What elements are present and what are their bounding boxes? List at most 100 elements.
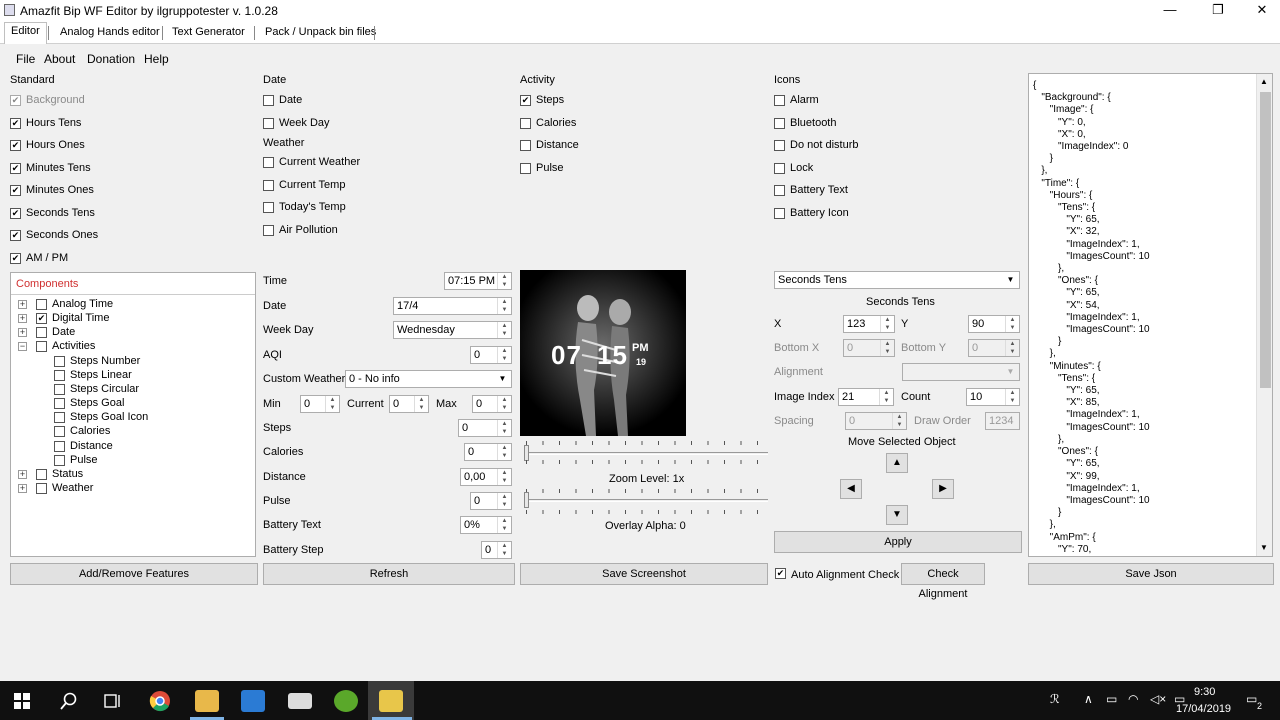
- move-up-button[interactable]: ▲: [886, 453, 908, 473]
- tree-checkbox[interactable]: [36, 468, 47, 480]
- tree-checkbox[interactable]: [54, 383, 65, 395]
- current-stepper[interactable]: 0 ▲ ▼: [389, 395, 429, 413]
- people-icon[interactable]: ℛ: [1050, 692, 1060, 706]
- calories-checkbox[interactable]: [520, 117, 531, 129]
- air-pollution-checkbox[interactable]: [263, 224, 274, 236]
- save-screenshot-button[interactable]: Save Screenshot: [520, 563, 768, 585]
- alarm-checkbox[interactable]: [774, 95, 785, 106]
- spin-arrows-icon[interactable]: ▲ ▼: [497, 322, 511, 338]
- spin-arrows-icon[interactable]: ▲ ▼: [414, 396, 428, 412]
- seconds-tens-checkbox[interactable]: ✔: [10, 207, 21, 219]
- check-alignment-button[interactable]: Check Alignment: [901, 563, 985, 600]
- tree-checkbox[interactable]: [54, 369, 65, 381]
- menu-about[interactable]: About: [44, 52, 75, 66]
- save-json-button[interactable]: Save Json: [1028, 563, 1274, 585]
- steps-checkbox[interactable]: ✔: [520, 95, 531, 106]
- max-stepper[interactable]: 0 ▲ ▼: [472, 395, 512, 413]
- tree-checkbox[interactable]: [36, 341, 47, 353]
- network-icon[interactable]: ▭: [1106, 692, 1117, 706]
- json-scrollbar[interactable]: ▲ ▼: [1256, 74, 1272, 556]
- scroll-up-icon[interactable]: ▲: [1260, 77, 1268, 86]
- tree-node[interactable]: Pulse: [11, 454, 251, 468]
- tree-checkbox[interactable]: [36, 482, 47, 494]
- battery-icon-checkbox[interactable]: [774, 207, 785, 219]
- overlay-slider-thumb[interactable]: [524, 492, 529, 508]
- aqi-stepper[interactable]: 0 ▲ ▼: [470, 346, 512, 364]
- tree-node[interactable]: + Analog Time: [11, 298, 251, 312]
- spin-arrows-icon[interactable]: ▲ ▼: [497, 298, 511, 314]
- tree-node[interactable]: + Weather: [11, 482, 251, 496]
- today-s-temp-checkbox[interactable]: [263, 202, 274, 213]
- spin-arrows-icon[interactable]: ▲ ▼: [497, 493, 511, 509]
- tree-node[interactable]: Distance: [11, 440, 251, 454]
- object-select[interactable]: Seconds Tens ▼: [774, 271, 1020, 289]
- expand-icon[interactable]: +: [18, 483, 27, 493]
- expand-icon[interactable]: +: [18, 328, 27, 338]
- menu-donation[interactable]: Donation: [87, 52, 135, 66]
- spin-arrows-icon[interactable]: ▲ ▼: [497, 469, 511, 485]
- steps-stepper[interactable]: 0 ▲ ▼: [458, 419, 512, 437]
- mail-icon[interactable]: [288, 693, 312, 709]
- tree-checkbox[interactable]: [36, 299, 47, 310]
- spin-arrows-icon[interactable]: ▲ ▼: [1005, 316, 1019, 332]
- tree-node[interactable]: + Status: [11, 468, 251, 482]
- spin-arrows-icon[interactable]: ▲ ▼: [880, 316, 894, 332]
- clock-date[interactable]: 17/04/2019: [1176, 703, 1231, 715]
- expand-icon[interactable]: +: [18, 300, 27, 309]
- store-icon[interactable]: [241, 690, 265, 712]
- wifi-icon[interactable]: ◠: [1128, 692, 1138, 706]
- hours-tens-checkbox[interactable]: ✔: [10, 117, 21, 129]
- close-button[interactable]: ✕: [1240, 0, 1280, 22]
- calories-stepper[interactable]: 0 ▲ ▼: [464, 443, 512, 461]
- spin-arrows-icon[interactable]: ▲ ▼: [1005, 389, 1019, 405]
- notification-icon[interactable]: ▭: [1246, 692, 1257, 706]
- tree-node[interactable]: Steps Linear: [11, 369, 251, 383]
- json-scrollbar-thumb[interactable]: [1260, 92, 1271, 388]
- seconds-ones-checkbox[interactable]: ✔: [10, 230, 21, 241]
- chevron-up-icon[interactable]: ∧: [1084, 692, 1093, 706]
- tree-checkbox[interactable]: [54, 426, 65, 438]
- y-stepper[interactable]: 90 ▲ ▼: [968, 315, 1020, 333]
- current-temp-checkbox[interactable]: [263, 179, 274, 191]
- file-explorer-icon[interactable]: [195, 690, 219, 712]
- windows-start-icon[interactable]: [14, 693, 30, 709]
- app-green-icon[interactable]: [334, 690, 358, 712]
- spin-arrows-icon[interactable]: ▲ ▼: [497, 420, 511, 436]
- spin-arrows-icon[interactable]: ▲ ▼: [325, 396, 339, 412]
- maximize-button[interactable]: ❐: [1196, 0, 1240, 22]
- distance-stepper[interactable]: 0,00 ▲ ▼: [460, 468, 512, 486]
- minimize-button[interactable]: —: [1148, 0, 1192, 22]
- week-day-checkbox[interactable]: [263, 117, 274, 129]
- menu-help[interactable]: Help: [144, 52, 169, 66]
- tree-node[interactable]: + ✔ Digital Time: [11, 312, 251, 326]
- spin-arrows-icon[interactable]: ▲ ▼: [497, 396, 511, 412]
- collapse-icon[interactable]: −: [18, 342, 27, 352]
- tree-node[interactable]: − Activities: [11, 340, 251, 354]
- tree-node[interactable]: Steps Goal Icon: [11, 411, 251, 425]
- spin-arrows-icon[interactable]: ▲ ▼: [879, 389, 893, 405]
- battery-text-stepper[interactable]: 0% ▲ ▼: [460, 516, 512, 534]
- tree-checkbox[interactable]: [54, 412, 65, 424]
- wf-editor-taskbar-icon[interactable]: [379, 690, 403, 712]
- battery-text-checkbox[interactable]: [774, 185, 785, 196]
- do-not-disturb-checkbox[interactable]: [774, 140, 785, 151]
- add-remove-features-button[interactable]: Add/Remove Features: [10, 563, 258, 585]
- pulse-stepper[interactable]: 0 ▲ ▼: [470, 492, 512, 510]
- clock-time[interactable]: 9:30: [1194, 686, 1215, 698]
- tree-node[interactable]: + Date: [11, 326, 251, 340]
- date-picker[interactable]: 17/4 ▲ ▼: [393, 297, 512, 315]
- spin-arrows-icon[interactable]: ▲ ▼: [497, 273, 511, 289]
- tree-checkbox[interactable]: [54, 398, 65, 410]
- tree-node[interactable]: Steps Goal: [11, 397, 251, 411]
- spin-arrows-icon[interactable]: ▲ ▼: [497, 542, 511, 558]
- auto-alignment-checkbox[interactable]: ✔: [775, 568, 786, 579]
- watchface-preview[interactable]: 07 15 PM 19: [520, 270, 686, 436]
- volume-icon[interactable]: ◁×: [1150, 692, 1166, 706]
- chevron-down-icon[interactable]: ▼: [1003, 273, 1018, 287]
- distance-checkbox[interactable]: [520, 140, 531, 151]
- menu-file[interactable]: File: [16, 52, 35, 66]
- apply-button[interactable]: Apply: [774, 531, 1022, 553]
- spin-arrows-icon[interactable]: ▲ ▼: [497, 517, 511, 533]
- tab-analog-hands-editor[interactable]: Analog Hands editor: [54, 24, 166, 43]
- hours-ones-checkbox[interactable]: ✔: [10, 140, 21, 151]
